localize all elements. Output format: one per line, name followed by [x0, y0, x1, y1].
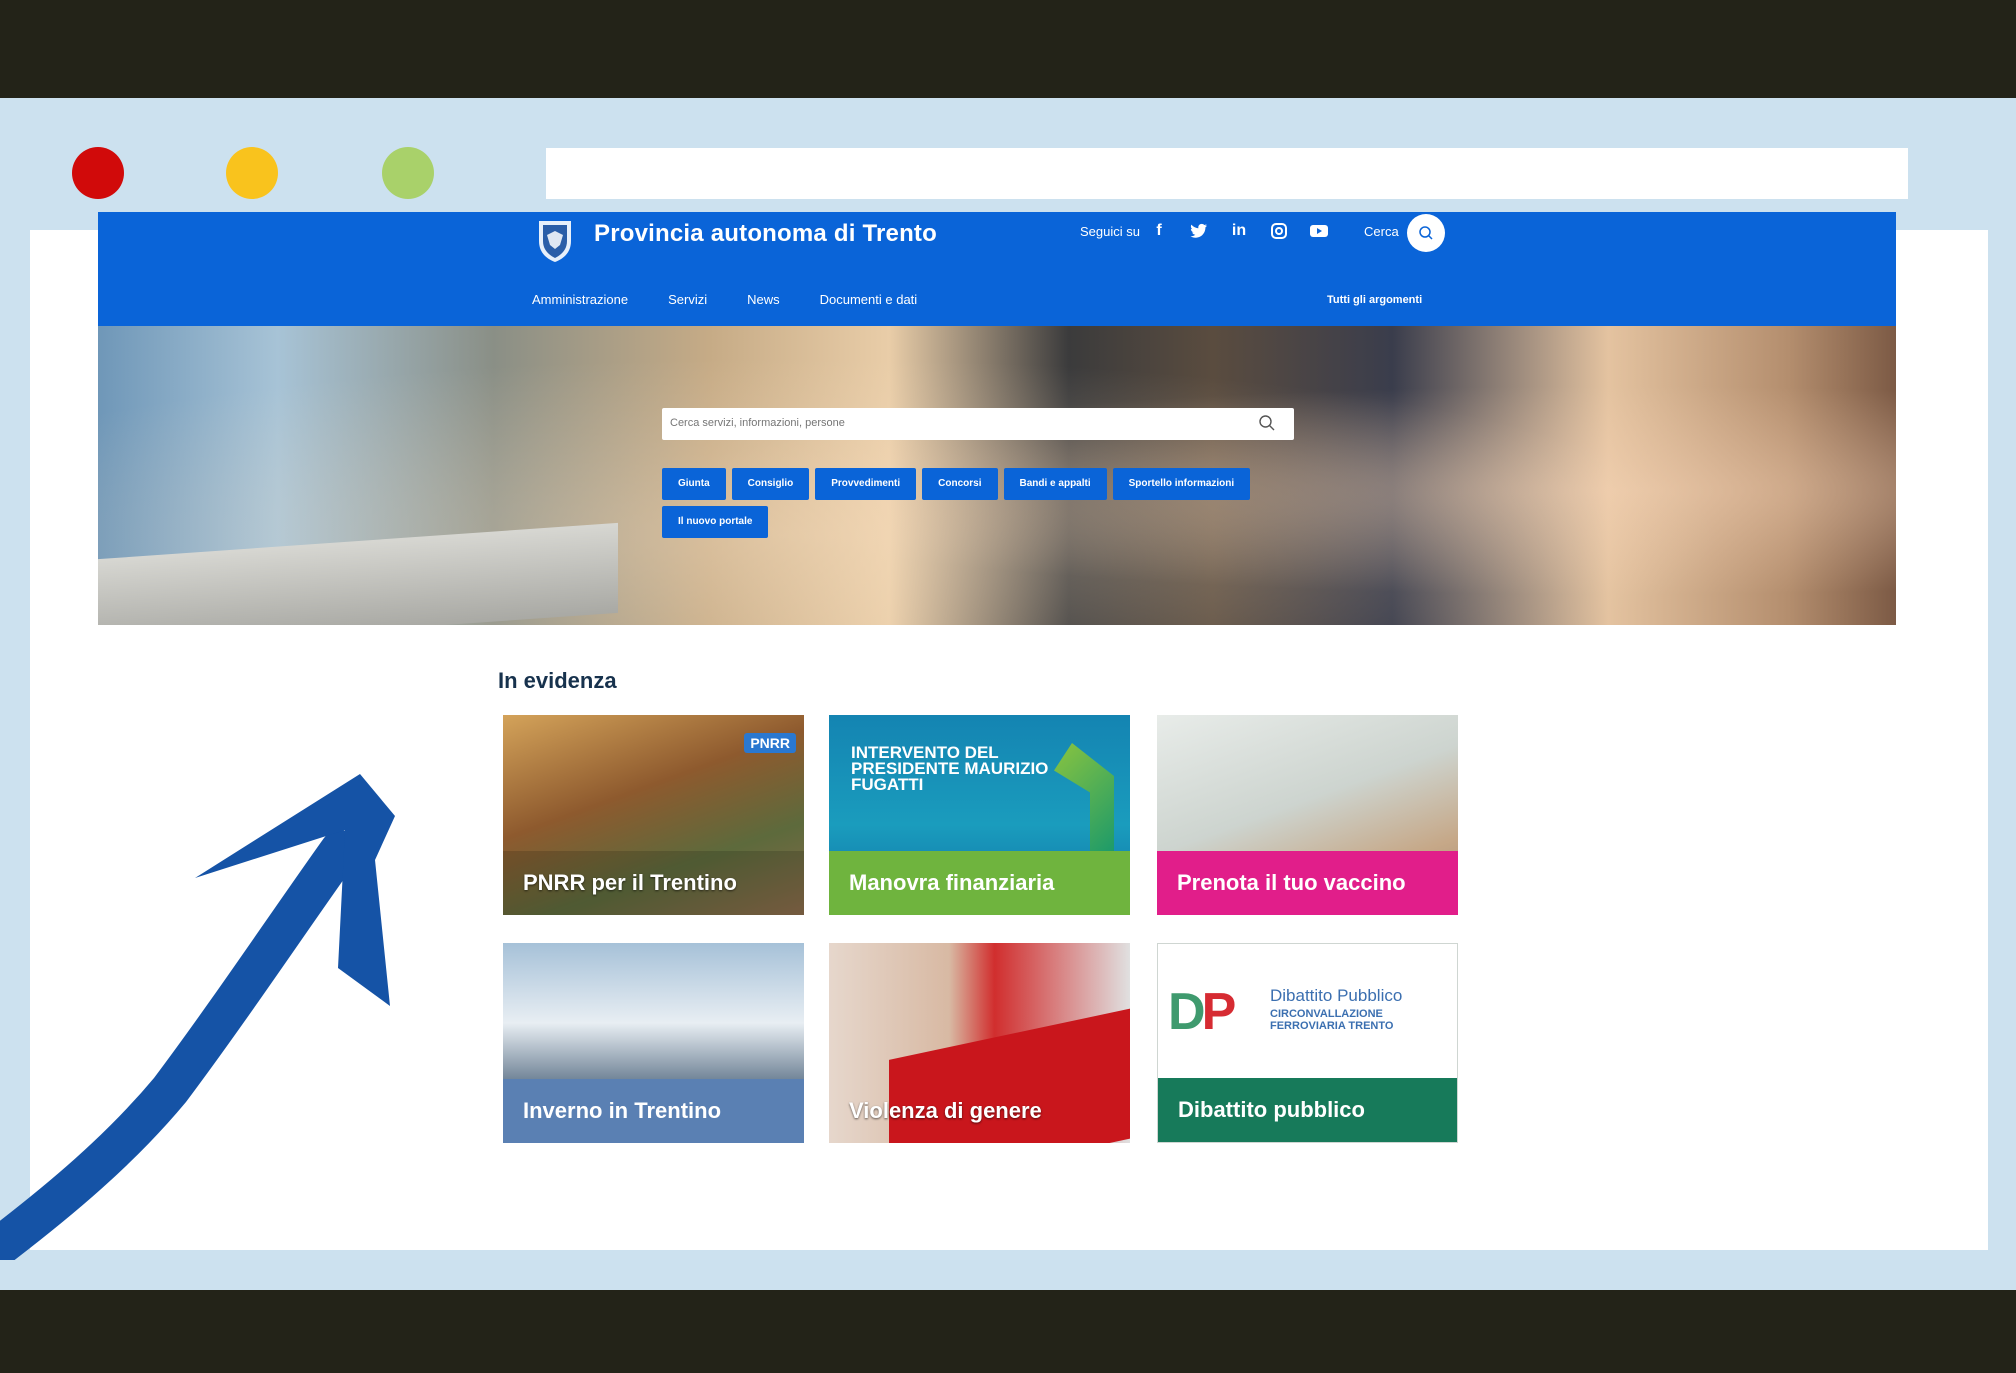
hero-search-icon[interactable]: [1258, 414, 1276, 432]
tile-dibattito[interactable]: DP Dibattito Pubblico CIRCONVALLAZIONE F…: [1157, 943, 1458, 1143]
quick-link-provvedimenti[interactable]: Provvedimenti: [815, 468, 917, 500]
dp-logo: DP: [1168, 983, 1236, 1041]
linkedin-icon[interactable]: in: [1228, 220, 1250, 242]
hero-banner: Giunta Consiglio Provvedimenti Concorsi …: [98, 326, 1896, 625]
search-label[interactable]: Cerca: [1364, 224, 1399, 239]
tile-label: Manovra finanziaria: [829, 851, 1130, 915]
tile-label: Inverno in Trentino: [503, 1079, 804, 1143]
facebook-icon[interactable]: f: [1148, 220, 1170, 242]
social-links: f in: [1148, 220, 1330, 242]
main-nav: Amministrazione Servizi News Documenti e…: [532, 292, 917, 307]
pnrr-badge: PNRR: [744, 733, 796, 753]
youtube-icon[interactable]: [1308, 220, 1330, 242]
quick-link-consiglio[interactable]: Consiglio: [731, 468, 810, 500]
tile-label: Prenota il tuo vaccino: [1157, 851, 1458, 915]
address-bar[interactable]: [546, 148, 1908, 199]
pointer-arrow-icon: [0, 774, 395, 1260]
nav-item-news[interactable]: News: [747, 292, 780, 307]
quick-link-concorsi[interactable]: Concorsi: [922, 468, 998, 500]
dp-logo-title: Dibattito Pubblico: [1270, 986, 1403, 1005]
search-button[interactable]: [1407, 214, 1445, 252]
dp-logo-subtitle: CIRCONVALLAZIONE FERROVIARIA TRENTO: [1270, 1008, 1394, 1032]
section-title: In evidenza: [498, 668, 617, 693]
follow-label: Seguici su: [1080, 224, 1140, 239]
quick-links: Giunta Consiglio Provvedimenti Concorsi …: [662, 468, 1282, 538]
ribbon-graphic: [1054, 743, 1114, 853]
search-icon: [1419, 226, 1433, 240]
instagram-icon[interactable]: [1268, 220, 1290, 242]
hero-search-bar: [662, 408, 1294, 440]
twitter-icon[interactable]: [1188, 220, 1210, 242]
tile-vaccino[interactable]: Prenota il tuo vaccino: [1157, 715, 1458, 915]
top-frame-bar: [0, 0, 2016, 98]
site-header: Provincia autonoma di Trento Seguici su …: [98, 212, 1896, 326]
quick-link-bandi[interactable]: Bandi e appalti: [1003, 468, 1107, 500]
quick-link-sportello[interactable]: Sportello informazioni: [1112, 468, 1251, 500]
tile-violenza[interactable]: Violenza di genere: [829, 943, 1130, 1143]
tile-label: Dibattito pubblico: [1158, 1078, 1457, 1142]
nav-item-amministrazione[interactable]: Amministrazione: [532, 292, 628, 307]
tile-label: PNRR per il Trentino: [503, 851, 804, 915]
tile-pnrr[interactable]: PNRR PNRR per il Trentino: [503, 715, 804, 915]
quick-link-giunta[interactable]: Giunta: [662, 468, 726, 500]
site-title[interactable]: Provincia autonoma di Trento: [594, 220, 937, 248]
all-topics-link[interactable]: Tutti gli argomenti: [1327, 294, 1422, 306]
close-window-dot[interactable]: [72, 147, 124, 199]
minimize-window-dot[interactable]: [226, 147, 278, 199]
tile-label: Violenza di genere: [849, 1098, 1042, 1123]
tile-manovra[interactable]: INTERVENTO DEL PRESIDENTE MAURIZIO FUGAT…: [829, 715, 1130, 915]
maximize-window-dot[interactable]: [382, 147, 434, 199]
tile-headline: INTERVENTO DEL PRESIDENTE MAURIZIO FUGAT…: [851, 743, 1049, 794]
quick-link-nuovo-portale[interactable]: Il nuovo portale: [662, 506, 769, 538]
tile-inverno[interactable]: Inverno in Trentino: [503, 943, 804, 1143]
nav-item-servizi[interactable]: Servizi: [668, 292, 707, 307]
nav-item-documenti[interactable]: Documenti e dati: [820, 292, 918, 307]
bottom-frame-bar: [0, 1290, 2016, 1373]
hero-search-input[interactable]: [662, 408, 1238, 438]
coat-of-arms-logo[interactable]: [535, 217, 575, 263]
